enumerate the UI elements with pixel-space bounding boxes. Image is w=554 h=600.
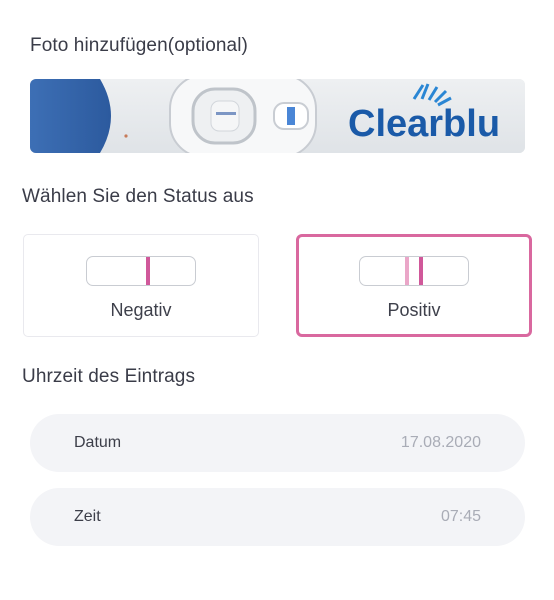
test-photo-image: Clearblu bbox=[30, 79, 525, 153]
control-line bbox=[405, 257, 409, 285]
status-section-title: Wählen Sie den Status aus bbox=[22, 186, 254, 207]
time-field[interactable]: Zeit 07:45 bbox=[30, 488, 525, 546]
status-option-negativ[interactable]: Negativ bbox=[23, 234, 259, 337]
date-field[interactable]: Datum 17.08.2020 bbox=[30, 414, 525, 472]
time-value: 07:45 bbox=[440, 508, 481, 525]
negative-test-strip-icon bbox=[86, 256, 196, 286]
test-line bbox=[146, 257, 150, 285]
time-label: Zeit bbox=[74, 508, 101, 525]
photo-section-title: Foto hinzufügen(optional) bbox=[30, 35, 248, 56]
status-option-label: Negativ bbox=[110, 300, 172, 320]
photo-brand-text: Clearblu bbox=[348, 103, 500, 145]
photo-preview[interactable]: Clearblu bbox=[30, 79, 525, 153]
date-value: 17.08.2020 bbox=[400, 434, 481, 451]
positive-test-strip-icon bbox=[359, 256, 469, 286]
status-option-label: Positiv bbox=[387, 300, 441, 320]
date-label: Datum bbox=[74, 434, 122, 451]
time-section-title: Uhrzeit des Eintrags bbox=[22, 366, 196, 387]
test-line bbox=[419, 257, 423, 285]
status-option-positiv[interactable]: Positiv bbox=[296, 234, 532, 337]
